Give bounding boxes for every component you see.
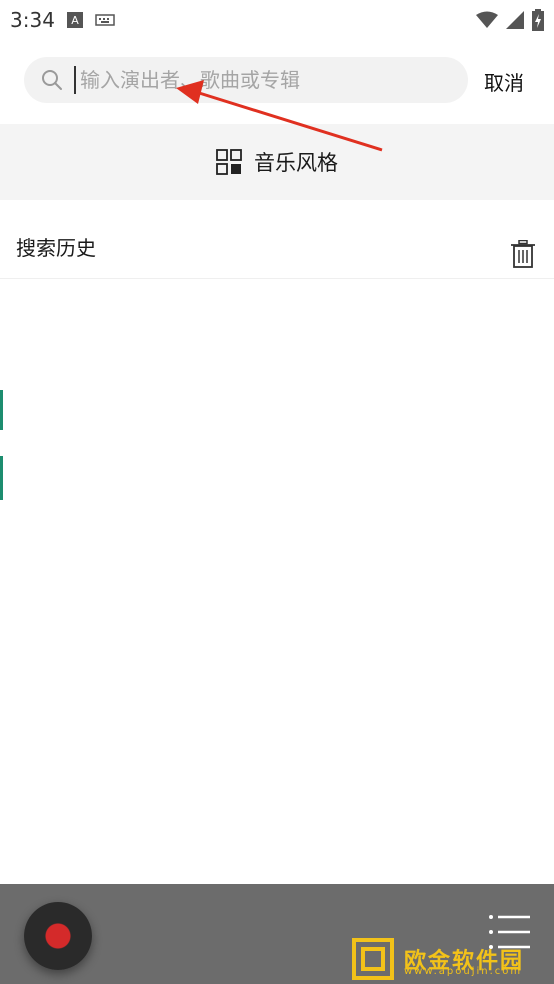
search-input[interactable] xyxy=(78,67,442,93)
status-right xyxy=(476,9,544,31)
search-row: 取消 xyxy=(0,55,554,107)
font-a-icon: A xyxy=(66,12,83,28)
search-box[interactable] xyxy=(24,57,468,103)
status-time: 3:34 xyxy=(10,8,55,32)
search-icon xyxy=(42,70,62,90)
cancel-button[interactable]: 取消 xyxy=(484,67,524,96)
grid-icon xyxy=(216,149,242,175)
edge-strip xyxy=(0,456,3,500)
wifi-icon xyxy=(476,11,498,28)
edge-strip xyxy=(0,390,3,430)
text-cursor xyxy=(74,66,76,94)
status-bar: 3:34 A xyxy=(0,0,554,40)
watermark: 欧金软件园 www.apoujin.com xyxy=(352,934,552,984)
keyboard-icon xyxy=(95,14,115,26)
music-genre-label: 音乐风格 xyxy=(254,151,338,175)
signal-icon xyxy=(506,11,524,29)
trash-icon[interactable] xyxy=(511,240,535,268)
vinyl-disc-icon[interactable] xyxy=(24,902,92,970)
watermark-logo-icon xyxy=(352,938,394,980)
search-history-header: 搜索历史 xyxy=(0,218,554,279)
svg-text:A: A xyxy=(71,14,79,27)
status-left: 3:34 A xyxy=(10,8,115,32)
search-history-title: 搜索历史 xyxy=(16,236,96,260)
music-genre-button[interactable]: 音乐风格 xyxy=(0,124,554,200)
watermark-url: www.apoujin.com xyxy=(404,966,523,977)
battery-charging-icon xyxy=(532,9,544,31)
